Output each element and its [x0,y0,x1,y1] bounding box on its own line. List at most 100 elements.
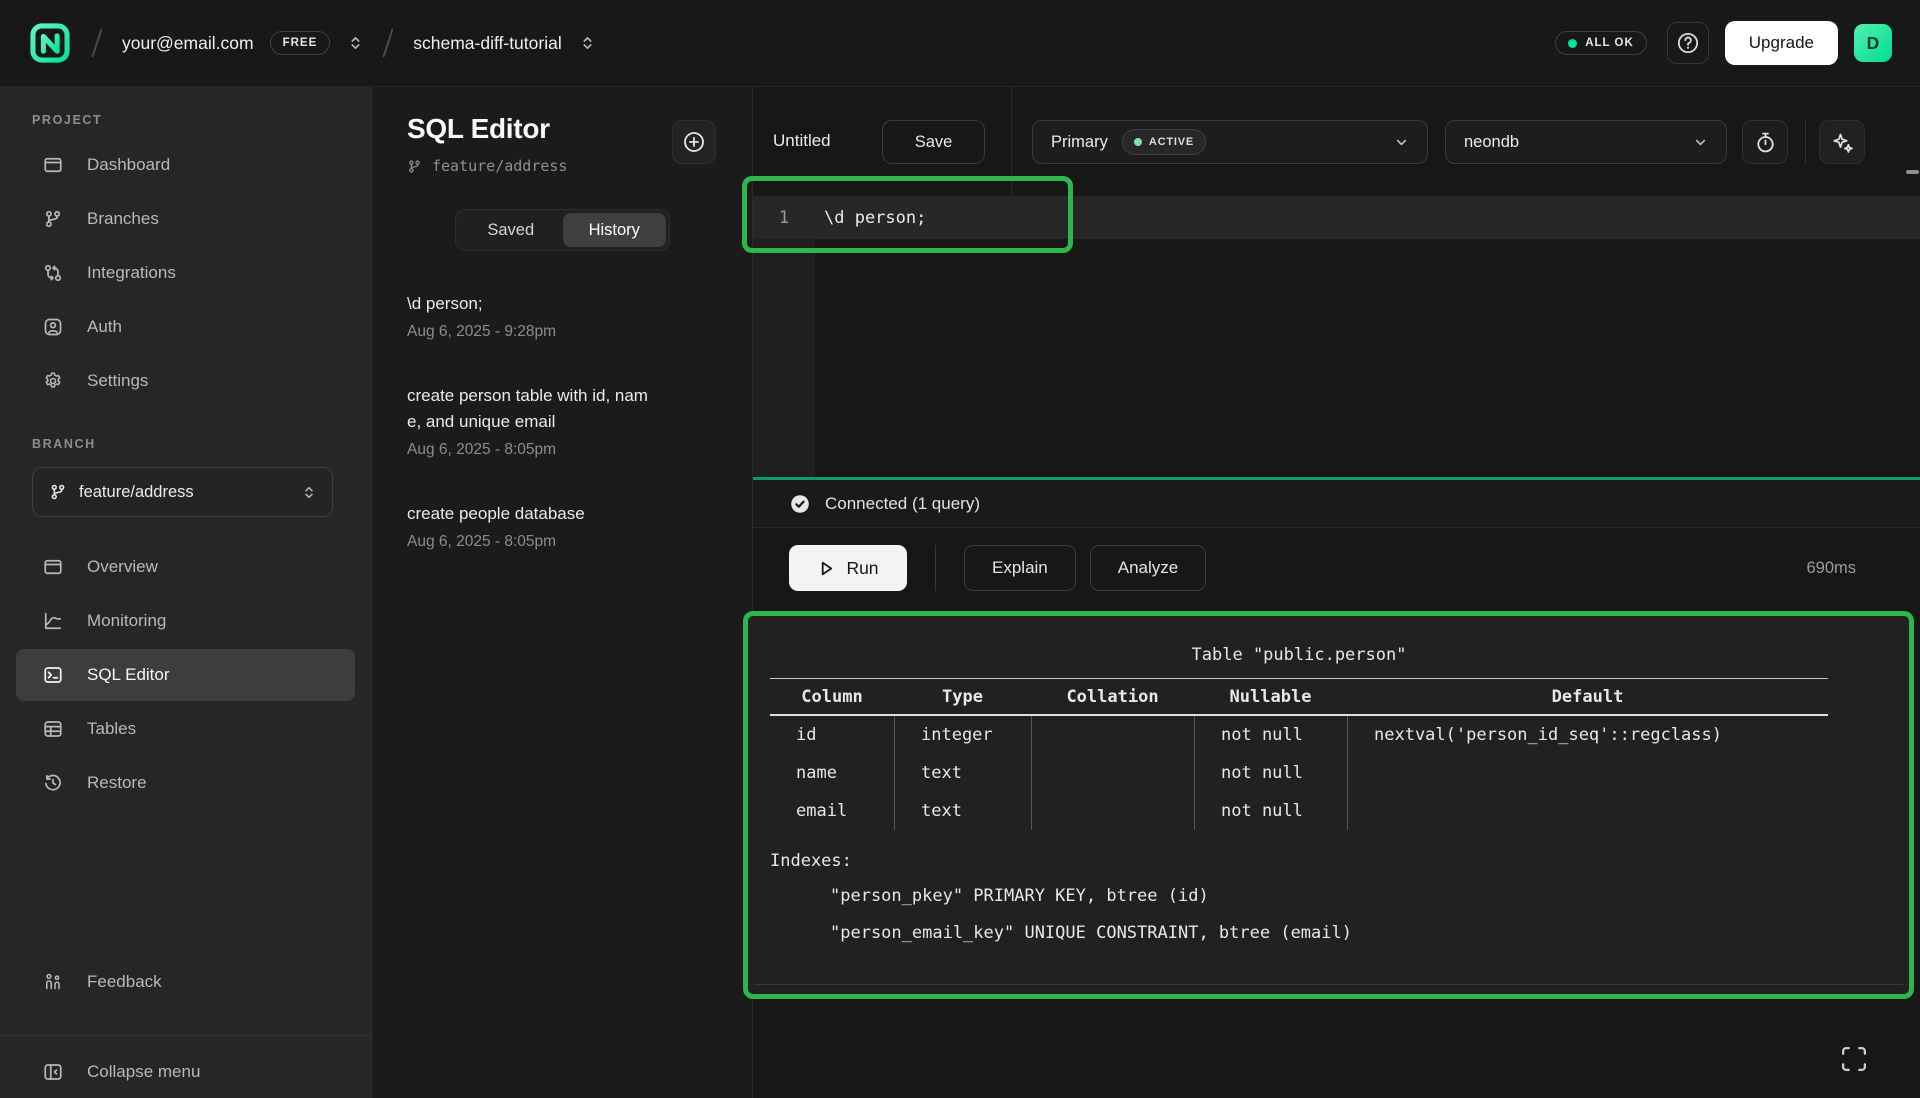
editor-gutter [753,239,815,477]
result-table-body: id integer not null nextval('person_id_s… [770,716,1828,830]
sidebar-item-label: Tables [87,719,136,739]
sidebar-item-settings[interactable]: Settings [16,355,355,407]
project-breadcrumb[interactable]: schema-diff-tutorial [413,33,595,54]
cell-column: name [770,754,894,792]
sidebar: PROJECT Dashboard Branches [0,87,372,1098]
branch-selector[interactable]: feature/address [32,467,333,517]
branch-selector-value: feature/address [79,483,194,502]
history-list-item[interactable]: \d person; Aug 6, 2025 - 9:28pm [407,291,752,341]
cell-column: id [770,716,894,754]
history-list: \d person; Aug 6, 2025 - 9:28pm create p… [407,291,752,551]
settings-gear-icon [43,371,63,391]
overview-icon [43,557,63,577]
sidebar-item-sql-editor[interactable]: SQL Editor [16,649,355,701]
play-icon [817,559,836,578]
project-section-label: PROJECT [32,113,371,127]
query-timing-button[interactable] [1742,120,1788,164]
branch-nav: Overview Monitoring SQL Editor [0,541,371,809]
history-item-timestamp: Aug 6, 2025 - 9:28pm [407,323,752,341]
sidebar-item-restore[interactable]: Restore [16,757,355,809]
upgrade-button[interactable]: Upgrade [1725,21,1838,65]
cell-default [1347,792,1828,830]
database-selector[interactable]: neondb [1445,120,1727,164]
history-list-item[interactable]: create people database Aug 6, 2025 - 8:0… [407,501,752,551]
result-indexes: Indexes: "person_pkey" PRIMARY KEY, btre… [770,844,1909,952]
help-button[interactable] [1667,22,1709,64]
compute-selector[interactable]: Primary ACTIVE [1032,120,1428,164]
sidebar-item-feedback[interactable]: Feedback [16,956,355,1008]
sidebar-item-label: Overview [87,557,158,577]
dashboard-icon [43,155,63,175]
chevrons-updown-icon [302,484,316,501]
compute-status-badge: ACTIVE [1122,129,1206,155]
tab-history[interactable]: History [563,213,667,247]
sql-code: \d person; [824,208,926,228]
cell-column: email [770,792,894,830]
topbar: your@email.com FREE schema-diff-tutorial… [0,0,1920,87]
editor-active-line[interactable]: 1 \d person; [753,196,1920,239]
sidebar-item-branches[interactable]: Branches [16,193,355,245]
sidebar-item-label: Collapse menu [87,1062,200,1082]
sidebar-divider [0,1035,372,1036]
sidebar-item-auth[interactable]: Auth [16,301,355,353]
toolbar-divider [1011,87,1012,196]
plan-badge: FREE [270,31,331,55]
sidebar-item-overview[interactable]: Overview [16,541,355,593]
sidebar-item-label: Integrations [87,263,176,283]
branch-icon [407,159,422,174]
check-circle-icon [789,493,811,515]
cell-collation [1031,716,1194,754]
chevrons-updown-icon[interactable] [580,34,595,52]
status-badge-label: ALL OK [1585,37,1634,49]
cell-default [1347,754,1828,792]
save-button[interactable]: Save [882,120,985,164]
sql-editor-icon [43,665,63,685]
tab-saved[interactable]: Saved [459,213,563,247]
cell-type: text [894,754,1031,792]
history-item-timestamp: Aug 6, 2025 - 8:05pm [407,533,752,551]
new-query-button[interactable] [672,120,716,164]
history-item-query: create people database [407,501,659,527]
cell-default: nextval('person_id_seq'::regclass) [1347,716,1828,754]
column-header: Collation [1031,687,1194,707]
chevron-down-icon [1693,135,1708,150]
restore-clock-icon [43,773,63,793]
result-table-title: Table "public.person" [770,640,1828,670]
sidebar-item-label: Restore [87,773,147,793]
line-number: 1 [753,208,815,228]
cell-collation [1031,792,1194,830]
sidebar-item-tables[interactable]: Tables [16,703,355,755]
integrations-icon [43,263,63,283]
status-dot-icon [1568,39,1577,48]
cell-collation [1031,754,1194,792]
analyze-button[interactable]: Analyze [1090,545,1206,591]
neon-logo[interactable] [28,21,72,65]
sidebar-item-label: Branches [87,209,159,229]
editor-and-results: Untitled Save Primary ACTIVE neondb 1 \d [753,87,1920,1098]
query-duration: 690ms [1806,559,1856,578]
history-list-item[interactable]: create person table with id, name, and u… [407,383,752,459]
active-dot-icon [1134,138,1142,146]
sidebar-item-monitoring[interactable]: Monitoring [16,595,355,647]
sidebar-item-integrations[interactable]: Integrations [16,247,355,299]
query-tab-title[interactable]: Untitled [773,131,831,151]
run-button[interactable]: Run [789,545,907,591]
branch-icon [49,483,67,501]
collapse-menu-button[interactable]: Collapse menu [16,1046,355,1098]
sidebar-item-label: Monitoring [87,611,166,631]
sidebar-item-label: Auth [87,317,122,337]
monitoring-chart-icon [43,611,63,631]
explain-button[interactable]: Explain [964,545,1076,591]
expand-results-button[interactable] [1838,1043,1870,1075]
scrollbar-thumb[interactable] [1906,170,1919,174]
cell-nullable: not null [1194,754,1347,792]
account-breadcrumb[interactable]: your@email.com FREE [122,31,363,55]
chevrons-updown-icon[interactable] [348,34,363,52]
question-circle-icon [1679,34,1697,52]
ai-assist-button[interactable] [1819,120,1865,164]
avatar[interactable]: D [1854,24,1892,62]
cell-nullable: not null [1194,716,1347,754]
status-badge[interactable]: ALL OK [1555,31,1647,55]
actions-divider [935,545,936,591]
sidebar-item-dashboard[interactable]: Dashboard [16,139,355,191]
